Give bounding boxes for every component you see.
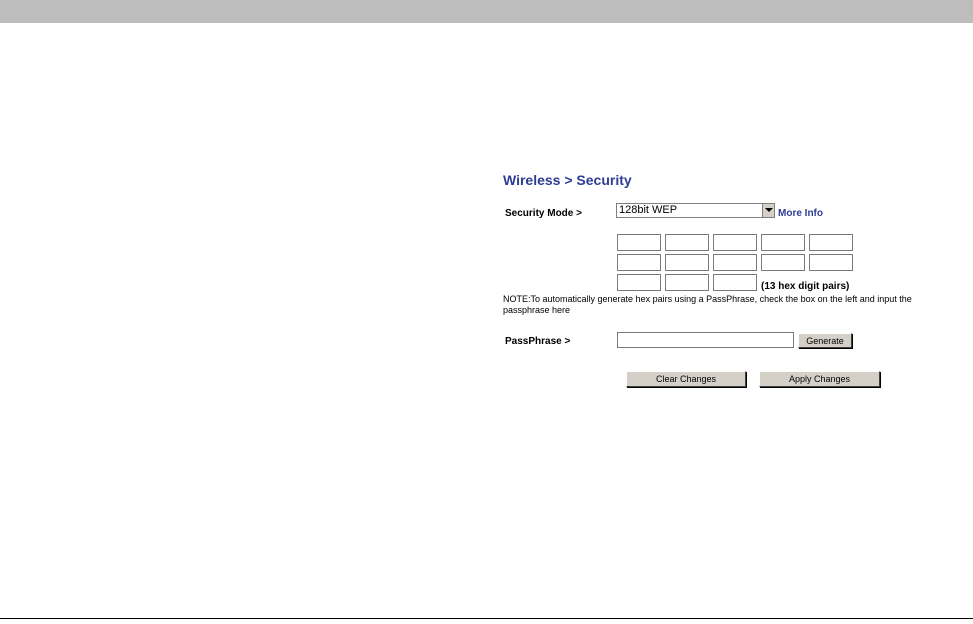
bottom-divider <box>0 618 973 619</box>
security-mode-value: 128bit WEP <box>619 204 678 216</box>
top-bar <box>0 0 973 23</box>
chevron-down-icon[interactable] <box>762 204 774 217</box>
hex-key-field-6[interactable] <box>617 254 661 271</box>
hex-key-field-10[interactable] <box>809 254 853 271</box>
more-info-link[interactable]: More Info <box>778 208 823 219</box>
hex-key-field-5[interactable] <box>809 234 853 251</box>
passphrase-input[interactable] <box>617 332 794 348</box>
hex-key-field-1[interactable] <box>617 234 661 251</box>
page-title: Wireless > Security <box>503 172 632 188</box>
hex-key-field-8[interactable] <box>713 254 757 271</box>
generate-button[interactable]: Generate <box>798 333 852 348</box>
security-mode-select[interactable]: 128bit WEP <box>616 203 775 218</box>
hex-key-field-4[interactable] <box>761 234 805 251</box>
hex-key-field-7[interactable] <box>665 254 709 271</box>
hex-key-field-9[interactable] <box>761 254 805 271</box>
hex-key-field-12[interactable] <box>665 274 709 291</box>
passphrase-note: NOTE:To automatically generate hex pairs… <box>503 294 912 315</box>
passphrase-label: PassPhrase > <box>505 336 571 347</box>
clear-changes-button[interactable]: Clear Changes <box>626 371 746 387</box>
security-mode-label: Security Mode > <box>505 208 582 219</box>
page: Wireless > Security Security Mode > 128b… <box>0 0 973 624</box>
hex-key-field-13[interactable] <box>713 274 757 291</box>
hex-key-field-2[interactable] <box>665 234 709 251</box>
apply-changes-button[interactable]: Apply Changes <box>759 371 880 387</box>
hex-key-field-3[interactable] <box>713 234 757 251</box>
hex-digit-hint: (13 hex digit pairs) <box>761 281 850 292</box>
hex-key-field-11[interactable] <box>617 274 661 291</box>
